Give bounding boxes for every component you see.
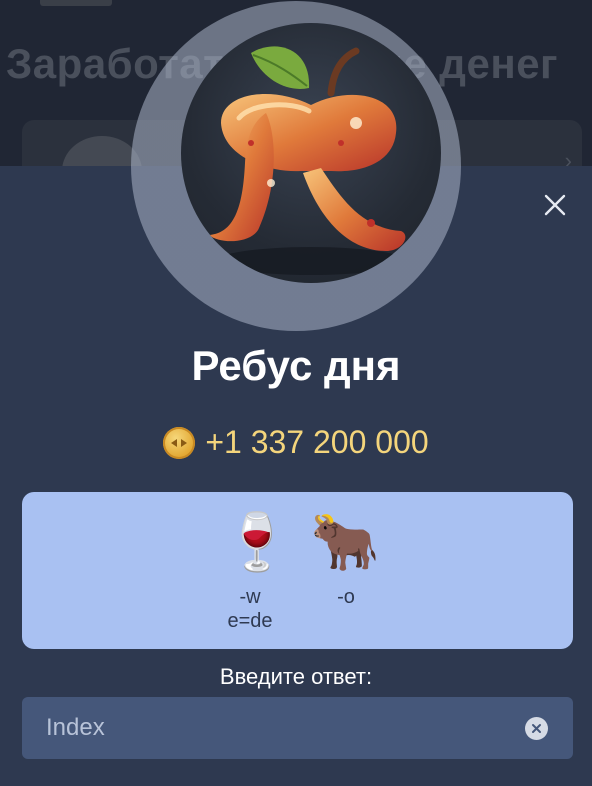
reward-amount: +1 337 200 000	[205, 424, 429, 460]
rebus-title: Ребус дня	[191, 342, 401, 389]
reward-row: +1 337 200 000	[0, 424, 592, 461]
puzzle-hint: e=de	[227, 610, 273, 632]
puzzle-card	[22, 492, 573, 649]
clear-input-icon	[532, 724, 541, 733]
background-top-indicator	[40, 0, 112, 6]
coin-emblem-icon	[171, 438, 188, 447]
daily-rebus-logo	[181, 23, 441, 283]
apple-letter-r-icon	[209, 46, 406, 275]
wine-glass-icon: 🍷	[222, 510, 292, 573]
close-button[interactable]	[540, 190, 570, 220]
answer-input[interactable]	[44, 705, 508, 751]
coin-icon	[163, 426, 196, 459]
close-icon	[544, 194, 566, 216]
puzzle-hint: -o	[337, 586, 355, 608]
ox-icon: 🐂	[310, 510, 380, 573]
answer-label: Введите ответ:	[219, 664, 373, 689]
clear-input-button[interactable]	[525, 717, 548, 740]
answer-field[interactable]	[22, 697, 573, 759]
puzzle-hint: -w	[239, 586, 261, 608]
